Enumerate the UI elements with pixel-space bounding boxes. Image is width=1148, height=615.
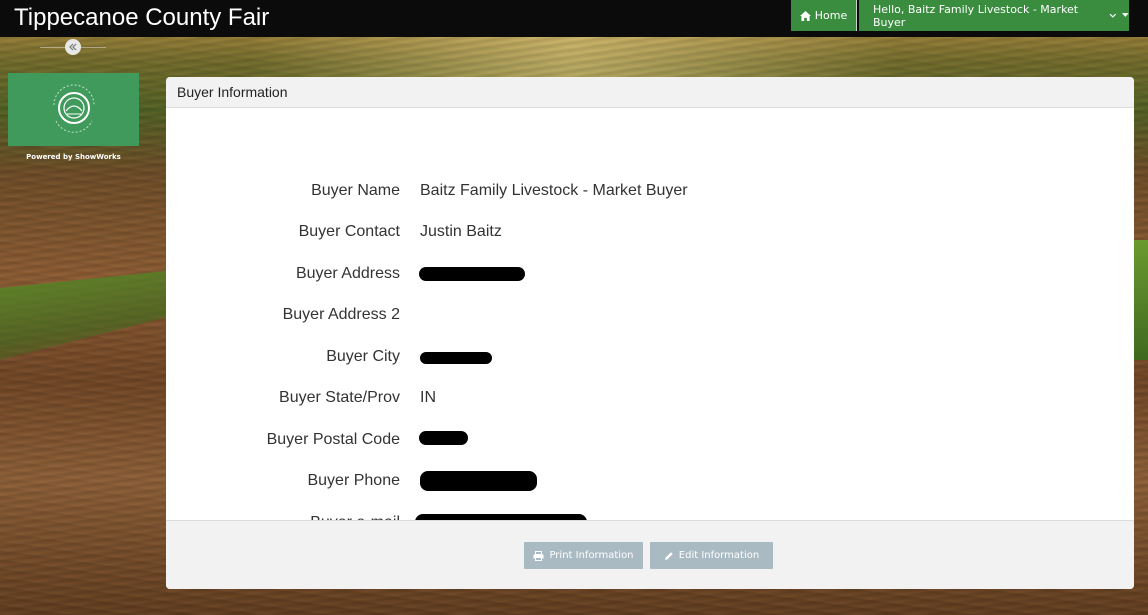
buyer-name-label: Buyer Name (311, 182, 400, 199)
user-menu-dropdown[interactable]: Hello, Baitz Family Livestock - Market B… (859, 0, 1129, 31)
buyer-city-row: Buyer City (166, 345, 1134, 369)
buyer-information-panel: Buyer Information Buyer Name Baitz Famil… (166, 77, 1134, 589)
caret-down-icon (1122, 13, 1129, 17)
powered-by-text: Powered by ShowWorks (26, 153, 121, 161)
buyer-phone-label: Buyer Phone (307, 472, 400, 489)
buyer-contact-row: Buyer Contact Justin Baitz (166, 220, 1134, 244)
background-field-right (1132, 240, 1148, 360)
panel-footer: Print Information Edit Information (166, 520, 1134, 589)
buyer-address-row: Buyer Address (166, 262, 1134, 286)
buyer-phone-row: Buyer Phone (166, 469, 1134, 493)
buyer-postal-row: Buyer Postal Code (166, 428, 1134, 452)
print-information-label: Print Information (549, 550, 634, 561)
app-title: Tippecanoe County Fair (14, 4, 270, 31)
buyer-city-label: Buyer City (326, 348, 400, 365)
chevron-down-icon (1109, 13, 1116, 18)
edit-information-label: Edit Information (678, 550, 760, 561)
buyer-address2-row: Buyer Address 2 (166, 303, 1134, 327)
top-navbar: Tippecanoe County Fair Home Hello, Baitz… (0, 0, 1148, 37)
edit-information-button[interactable]: Edit Information (650, 542, 773, 569)
pencil-icon (664, 551, 673, 560)
buyer-address-label: Buyer Address (295, 265, 400, 282)
buyer-state-value: IN (420, 389, 436, 406)
double-chevron-left-icon (69, 43, 77, 51)
panel-body: Buyer Name Baitz Family Livestock - Mark… (166, 108, 1134, 536)
redaction-postal (419, 431, 468, 445)
buyer-address2-label: Buyer Address 2 (282, 306, 400, 323)
print-information-button[interactable]: Print Information (524, 542, 643, 569)
home-nav-label: Home (814, 9, 848, 22)
buyer-contact-value: Justin Baitz (420, 223, 502, 240)
buyer-state-label: Buyer State/Prov (279, 389, 400, 406)
redaction-address (419, 267, 525, 281)
buyer-contact-label: Buyer Contact (298, 223, 400, 240)
user-greeting: Hello, Baitz Family Livestock - Market B… (873, 2, 1079, 29)
background-field-left (0, 270, 175, 360)
redaction-city (420, 352, 492, 364)
sidebar-collapse-button[interactable] (65, 39, 81, 55)
home-icon (799, 10, 811, 21)
buyer-name-row: Buyer Name Baitz Family Livestock - Mark… (166, 179, 1134, 203)
fair-logo-emblem (53, 84, 94, 133)
buyer-postal-label: Buyer Postal Code (266, 431, 400, 448)
redaction-phone (420, 471, 537, 491)
buyer-name-value: Baitz Family Livestock - Market Buyer (420, 182, 688, 199)
fair-logo (8, 73, 139, 146)
panel-title: Buyer Information (166, 77, 1134, 108)
buyer-state-row: Buyer State/Prov IN (166, 386, 1134, 410)
print-icon (533, 550, 544, 561)
home-nav-button[interactable]: Home (791, 0, 857, 31)
